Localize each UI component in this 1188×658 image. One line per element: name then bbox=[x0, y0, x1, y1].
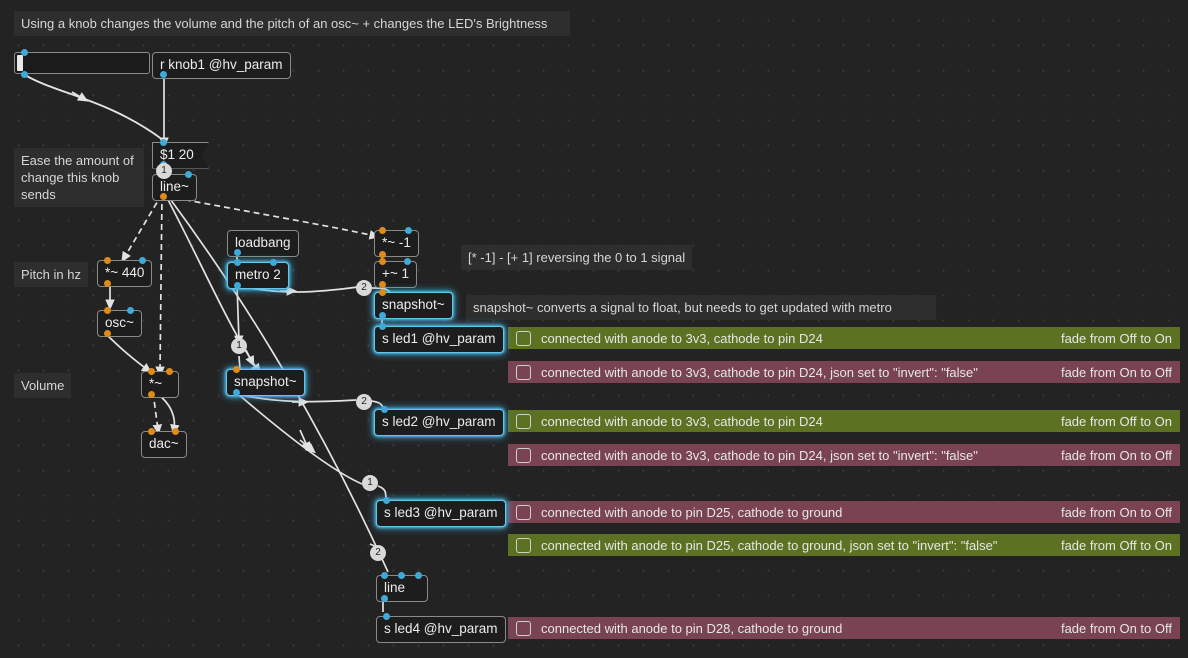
led-row-description: connected with anode to 3v3, cathode to … bbox=[541, 413, 823, 429]
led-row-fade-label: fade from On to Off bbox=[1060, 447, 1172, 463]
toggle-icon[interactable] bbox=[516, 504, 531, 520]
toggle-icon[interactable] bbox=[516, 620, 531, 636]
line-tilde-inlet-1[interactable] bbox=[185, 171, 192, 178]
led-row-led2-off-to-on: connected with anode to 3v3, cathode to … bbox=[508, 410, 1180, 432]
osc-outlet[interactable] bbox=[104, 330, 111, 337]
line-outlet[interactable] bbox=[381, 595, 388, 602]
times-440-inlet-1[interactable] bbox=[139, 257, 146, 264]
hslider-inlet[interactable] bbox=[21, 49, 28, 56]
times-440-inlet-0[interactable] bbox=[104, 257, 111, 264]
snapshot-2-inlet[interactable] bbox=[233, 366, 240, 373]
plus-1-inlet-0[interactable] bbox=[379, 258, 386, 265]
msg-s1-20-inlet[interactable] bbox=[160, 139, 167, 146]
led-row-fade-label: fade from Off to On bbox=[1060, 330, 1172, 346]
led-row-description: connected with anode to 3v3, cathode to … bbox=[541, 447, 978, 463]
toggle-icon[interactable] bbox=[516, 364, 531, 380]
led-row-led3-off-to-on: connected with anode to pin D25, cathode… bbox=[508, 534, 1180, 556]
comment-snapshot: snapshot~ converts a signal to float, bu… bbox=[466, 295, 936, 320]
led-row-description: connected with anode to 3v3, cathode to … bbox=[541, 330, 823, 346]
snapshot-2-outlet[interactable] bbox=[233, 389, 240, 396]
comment-volume: Volume bbox=[14, 373, 72, 398]
dac-inlet-0[interactable] bbox=[148, 428, 155, 435]
led-row-description: connected with anode to pin D28, cathode… bbox=[541, 620, 843, 636]
times-outlet[interactable] bbox=[148, 391, 155, 398]
led-row-fade-label: fade from On to Off bbox=[1060, 620, 1172, 636]
snapshot-1-outlet[interactable] bbox=[379, 312, 386, 319]
comment-title: Using a knob changes the volume and the … bbox=[14, 11, 570, 36]
toggle-icon[interactable] bbox=[516, 537, 531, 553]
s-led1-inlet[interactable] bbox=[379, 323, 386, 330]
snapshot-1-inlet[interactable] bbox=[379, 289, 386, 296]
connection-badge-5: 1 bbox=[362, 475, 378, 491]
hslider-outlet[interactable] bbox=[21, 71, 28, 78]
led-row-led2-on-to-off: connected with anode to 3v3, cathode to … bbox=[508, 444, 1180, 466]
object-s-led1[interactable]: s led1 @hv_param bbox=[374, 326, 504, 353]
metro-2-outlet[interactable] bbox=[234, 282, 241, 289]
dac-inlet-1[interactable] bbox=[172, 428, 179, 435]
toggle-icon[interactable] bbox=[516, 447, 531, 463]
s-led3-inlet[interactable] bbox=[383, 497, 390, 504]
toggle-icon[interactable] bbox=[516, 413, 531, 429]
led-row-description: connected with anode to pin D25, cathode… bbox=[541, 537, 998, 553]
line-inlet-2[interactable] bbox=[415, 572, 422, 579]
led-row-fade-label: fade from Off to On bbox=[1060, 537, 1172, 553]
metro-2-inlet-0[interactable] bbox=[234, 259, 241, 266]
toggle-icon[interactable] bbox=[516, 330, 531, 346]
times-neg-1-inlet-0[interactable] bbox=[379, 227, 386, 234]
connection-badge-4: 2 bbox=[356, 394, 372, 410]
connection-badge-6: 2 bbox=[370, 545, 386, 561]
object-s-led2[interactable]: s led2 @hv_param bbox=[374, 409, 504, 436]
r-knob1-outlet[interactable] bbox=[160, 71, 167, 78]
object-line-tilde[interactable]: line~ bbox=[152, 174, 197, 201]
object-r-knob1[interactable]: r knob1 @hv_param bbox=[152, 52, 291, 79]
connection-badge-2: 2 bbox=[356, 280, 372, 296]
comment-reverse: [* -1] - [+ 1] reversing the 0 to 1 sign… bbox=[461, 245, 693, 270]
object-times[interactable]: *~ bbox=[141, 371, 179, 398]
times-neg-1-outlet[interactable] bbox=[379, 251, 386, 258]
plus-1-outlet[interactable] bbox=[379, 281, 386, 288]
horizontal-slider[interactable] bbox=[14, 52, 150, 74]
osc-inlet-0[interactable] bbox=[104, 307, 111, 314]
metro-2-inlet-1[interactable] bbox=[270, 259, 277, 266]
object-s-led3[interactable]: s led3 @hv_param bbox=[376, 500, 506, 527]
plus-1-inlet-1[interactable] bbox=[404, 258, 411, 265]
led-row-led1-on-to-off: connected with anode to 3v3, cathode to … bbox=[508, 361, 1180, 383]
led-row-led3-on-to-off: connected with anode to pin D25, cathode… bbox=[508, 501, 1180, 523]
led-row-led4-on-to-off: connected with anode to pin D28, cathode… bbox=[508, 617, 1180, 639]
object-s-led4[interactable]: s led4 @hv_param bbox=[376, 616, 506, 643]
connection-badge-3: 1 bbox=[231, 338, 247, 354]
connection-badge-1: 1 bbox=[156, 163, 172, 179]
loadbang-outlet[interactable] bbox=[234, 249, 241, 256]
times-inlet-0[interactable] bbox=[148, 368, 155, 375]
s-led4-inlet[interactable] bbox=[383, 613, 390, 620]
object-dac[interactable]: dac~ bbox=[141, 431, 187, 458]
osc-inlet-1[interactable] bbox=[127, 307, 134, 314]
s-led2-inlet[interactable] bbox=[381, 406, 388, 413]
times-neg-1-inlet-1[interactable] bbox=[405, 227, 412, 234]
times-inlet-1[interactable] bbox=[166, 368, 173, 375]
line-tilde-outlet[interactable] bbox=[160, 193, 167, 200]
line-inlet-1[interactable] bbox=[398, 572, 405, 579]
led-row-description: connected with anode to 3v3, cathode to … bbox=[541, 364, 978, 380]
led-row-fade-label: fade from On to Off bbox=[1060, 364, 1172, 380]
patch-canvas[interactable]: Using a knob changes the volume and the … bbox=[0, 0, 1188, 658]
times-440-outlet[interactable] bbox=[104, 280, 111, 287]
comment-pitch: Pitch in hz bbox=[14, 262, 88, 287]
led-row-fade-label: fade from Off to On bbox=[1060, 413, 1172, 429]
line-inlet-0[interactable] bbox=[381, 572, 388, 579]
comment-ease: Ease the amount of change this knob send… bbox=[14, 148, 144, 207]
led-row-fade-label: fade from On to Off bbox=[1060, 504, 1172, 520]
led-row-led1-off-to-on: connected with anode to 3v3, cathode to … bbox=[508, 327, 1180, 349]
slider-knob[interactable] bbox=[17, 55, 23, 71]
led-row-description: connected with anode to pin D25, cathode… bbox=[541, 504, 843, 520]
